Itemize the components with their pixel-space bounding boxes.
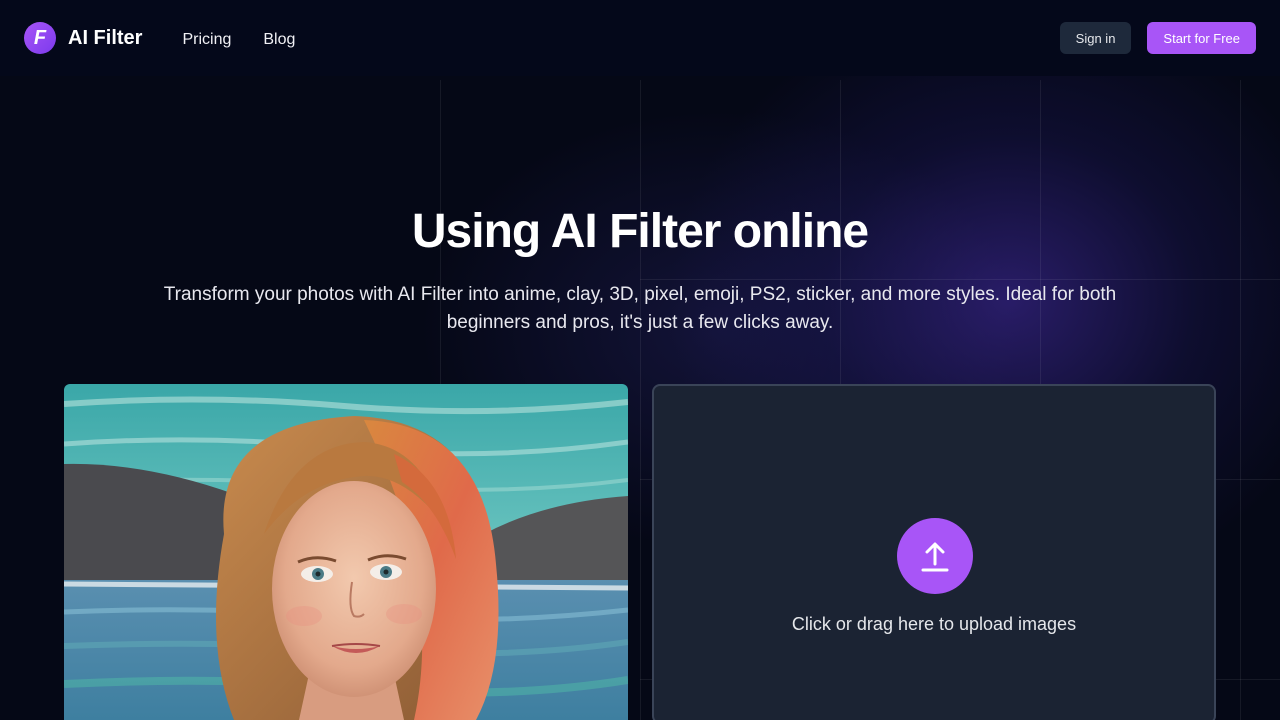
nav-link-pricing[interactable]: Pricing [182,31,231,49]
nav-link-blog[interactable]: Blog [263,31,295,49]
grid-line [640,80,641,720]
brand-logo[interactable]: F AI Filter [24,22,142,54]
header-actions: Sign in Start for Free [1059,22,1256,54]
upload-instructions: Click or drag here to upload images [791,614,1077,634]
page-title: Using AI Filter online [411,205,869,258]
f-letter-logo-icon: F [24,22,56,54]
upload-arrow-icon [921,542,949,572]
page-subtitle: Transform your photos with AI Filter int… [163,284,1117,333]
grid-line [640,279,1280,280]
brand-name: AI Filter [68,26,143,49]
main-nav: Pricing Blog [182,31,295,49]
example-image [64,384,628,720]
site-header: F AI Filter Pricing Blog Sign in Start f… [0,0,1280,76]
upload-button[interactable] [897,518,973,594]
upload-dropzone[interactable]: Click or drag here to upload images [652,384,1216,720]
start-for-free-button[interactable]: Start for Free [1147,22,1256,54]
grid-line [1240,80,1241,720]
sign-in-button[interactable]: Sign in [1059,22,1132,54]
